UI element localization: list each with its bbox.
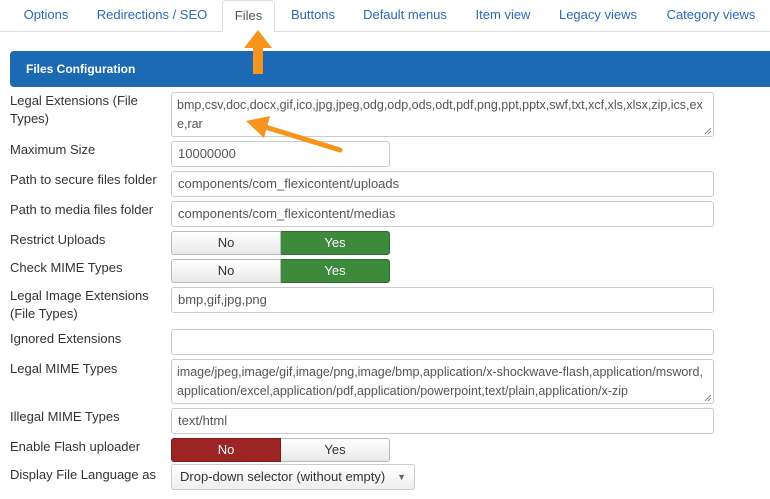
resize-grip-icon[interactable] <box>704 127 712 135</box>
restrict-uploads-toggle: No Yes <box>171 231 390 255</box>
legal-mime-textarea[interactable]: image/jpeg,image/gif,image/png,image/bmp… <box>171 359 714 404</box>
file-language-select[interactable]: Drop-down selector (without empty) ▼ <box>171 464 415 490</box>
resize-grip-icon[interactable] <box>704 394 712 402</box>
restrict-uploads-label: Restrict Uploads <box>10 232 106 247</box>
legal-mime-label: Legal MIME Types <box>10 361 118 376</box>
image-extensions-label: Legal Image Extensions (File Types) <box>10 288 149 321</box>
flash-uploader-toggle: No Yes <box>171 438 390 462</box>
check-mime-no[interactable]: No <box>171 259 281 283</box>
tab-options[interactable]: Options <box>10 0 82 31</box>
maximum-size-input[interactable]: 10000000 <box>171 141 390 167</box>
legal-extensions-value: bmp,csv,doc,docx,gif,ico,jpg,jpeg,odg,od… <box>177 98 703 131</box>
restrict-uploads-yes[interactable]: Yes <box>281 231 390 255</box>
media-path-input[interactable]: components/com_flexicontent/medias <box>171 201 714 227</box>
ignored-extensions-input[interactable] <box>171 329 714 355</box>
panel-title: Files Configuration <box>10 51 770 87</box>
flash-uploader-yes[interactable]: Yes <box>281 438 390 462</box>
maximum-size-label: Maximum Size <box>10 142 96 157</box>
legal-mime-value: image/jpeg,image/gif,image/png,image/bmp… <box>177 365 703 398</box>
image-extensions-input[interactable]: bmp,gif,jpg,png <box>171 287 714 313</box>
tab-default-menus[interactable]: Default menus <box>356 0 454 31</box>
legal-extensions-label: Legal Extensions (File Types) <box>10 93 138 126</box>
tab-legacy-views[interactable]: Legacy views <box>550 0 646 31</box>
media-path-label: Path to media files folder <box>10 202 154 217</box>
legal-extensions-textarea[interactable]: bmp,csv,doc,docx,gif,ico,jpg,jpeg,odg,od… <box>171 92 714 137</box>
flash-uploader-label: Enable Flash uploader <box>10 439 141 454</box>
flash-uploader-no[interactable]: No <box>171 438 281 462</box>
restrict-uploads-no[interactable]: No <box>171 231 281 255</box>
tab-category-views[interactable]: Category views <box>658 0 764 31</box>
file-language-value: Drop-down selector (without empty) <box>180 469 386 484</box>
ignored-extensions-label: Ignored Extensions <box>10 331 122 346</box>
secure-path-label: Path to secure files folder <box>10 172 157 187</box>
chevron-down-icon: ▼ <box>397 472 406 482</box>
tab-item-view[interactable]: Item view <box>466 0 540 31</box>
settings-tabbar: Options Redirections / SEO Files Buttons… <box>0 0 770 33</box>
secure-path-input[interactable]: components/com_flexicontent/uploads <box>171 171 714 197</box>
check-mime-label: Check MIME Types <box>10 260 123 275</box>
illegal-mime-input[interactable]: text/html <box>171 408 714 434</box>
illegal-mime-label: Illegal MIME Types <box>10 409 120 424</box>
tab-files[interactable]: Files <box>222 0 275 33</box>
file-language-label: Display File Language as <box>10 467 156 482</box>
check-mime-toggle: No Yes <box>171 259 390 283</box>
tab-buttons[interactable]: Buttons <box>280 0 346 31</box>
tab-redirections-seo[interactable]: Redirections / SEO <box>88 0 216 31</box>
check-mime-yes[interactable]: Yes <box>281 259 390 283</box>
